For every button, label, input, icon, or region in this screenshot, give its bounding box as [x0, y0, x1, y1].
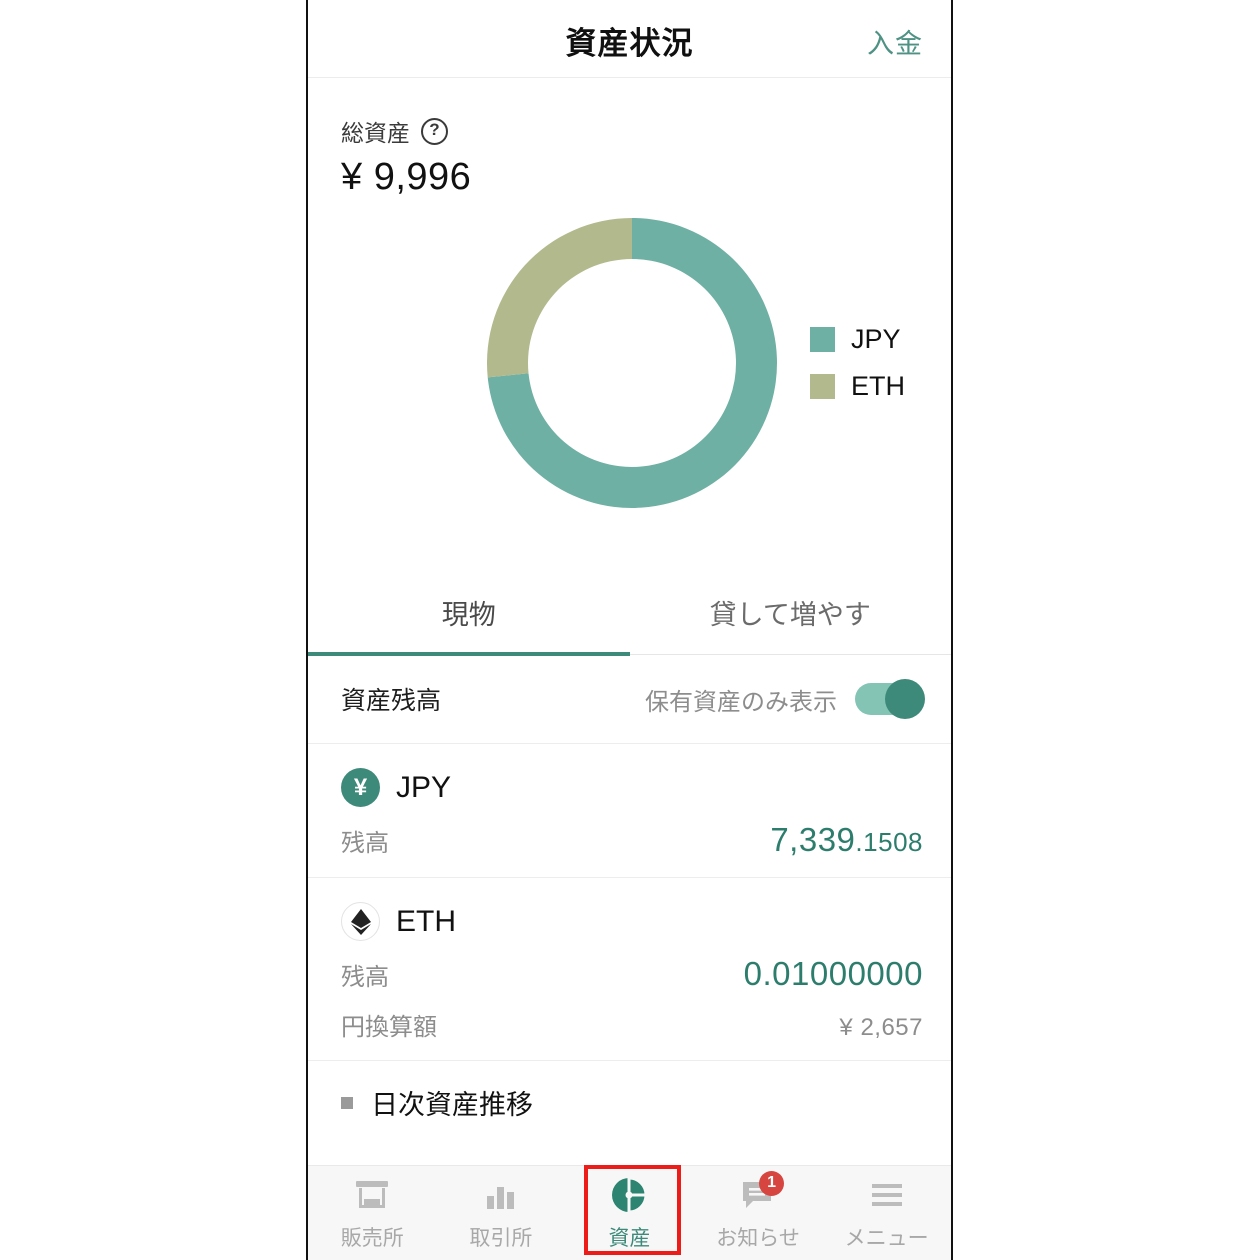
held-assets-toggle-group[interactable]: 保有資産のみ表示 — [645, 679, 925, 719]
chart-legend: JPY ETH — [810, 324, 905, 418]
store-icon — [352, 1175, 392, 1215]
legend-item-jpy: JPY — [810, 324, 905, 355]
bar-chart-icon — [481, 1175, 521, 1215]
asset-jpy-balance-line: 残高 7,339.1508 — [341, 821, 923, 859]
pie-chart-icon — [609, 1175, 649, 1215]
asset-allocation-chart: JPY ETH — [308, 199, 951, 581]
asset-jpy-name: JPY — [396, 770, 452, 804]
legend-swatch-jpy — [810, 327, 835, 352]
notification-badge: 1 — [759, 1170, 785, 1196]
tab-lending[interactable]: 貸して増やす — [630, 581, 952, 654]
held-assets-toggle[interactable] — [855, 679, 925, 719]
total-assets-value: ¥ 9,996 — [341, 156, 472, 198]
asset-eth-balance-line: 残高 0.01000000 — [341, 955, 923, 993]
section-marker-icon — [341, 1096, 353, 1109]
bottom-navigation: 販売所 取引所 資産 1 お知らせ メニュー — [308, 1165, 951, 1260]
jpy-coin-icon: ¥ — [341, 768, 380, 807]
nav-item-menu[interactable]: メニュー — [822, 1166, 951, 1260]
app-header: 資産状況 入金 — [308, 0, 951, 78]
tab-genbutsu[interactable]: 現物 — [308, 581, 630, 656]
asset-jpy-balance-label: 残高 — [341, 830, 389, 857]
asset-eth-balance-value: 0.01000000 — [743, 955, 923, 992]
toggle-knob — [885, 679, 925, 719]
legend-label-eth: ETH — [851, 371, 905, 401]
nav-label-shisan: 資産 — [608, 1226, 651, 1250]
asset-row-jpy[interactable]: ¥ JPY 残高 7,339.1508 — [308, 744, 951, 878]
total-assets-label: 総資産 — [341, 120, 410, 146]
asset-tabs: 現物 貸して増やす — [308, 581, 952, 656]
ethereum-diamond-icon — [350, 908, 371, 935]
daily-asset-trend-row[interactable]: 日次資産推移 — [308, 1061, 951, 1122]
donut-chart — [482, 213, 782, 513]
question-circle-icon[interactable] — [421, 117, 448, 145]
balance-header-row: 資産残高 保有資産のみ表示 — [308, 655, 951, 744]
legend-swatch-eth — [810, 374, 835, 399]
asset-jpy-balance-value: 7,339.1508 — [770, 821, 923, 859]
balance-section-title: 資産残高 — [341, 687, 442, 715]
nav-item-oshirase[interactable]: 1 お知らせ — [694, 1166, 823, 1260]
total-assets-block: 総資産 ¥ 9,996 — [308, 78, 951, 199]
message-icon: 1 — [738, 1170, 785, 1215]
donut-slice-eth — [487, 218, 632, 378]
hamburger-icon — [867, 1175, 907, 1215]
nav-label-torihikijo: 取引所 — [469, 1226, 533, 1250]
deposit-button[interactable]: 入金 — [867, 22, 923, 61]
nav-item-shisan[interactable]: 資産 — [565, 1166, 694, 1260]
nav-label-menu: メニュー — [844, 1226, 929, 1250]
nav-item-torihikijo[interactable]: 取引所 — [437, 1166, 566, 1260]
total-assets-label-row: 総資産 — [341, 114, 951, 148]
asset-eth-header: ETH — [341, 902, 923, 941]
asset-eth-converted-line: 円換算額 ¥ 2,657 — [341, 1007, 923, 1042]
asset-eth-converted-label: 円換算額 — [341, 1014, 437, 1041]
legend-item-eth: ETH — [810, 371, 905, 402]
nav-label-hanbaijo: 販売所 — [340, 1226, 404, 1250]
held-assets-toggle-label: 保有資産のみ表示 — [645, 688, 837, 716]
page-title: 資産状況 — [565, 26, 694, 61]
asset-jpy-balance-frac: .1508 — [855, 827, 923, 857]
asset-eth-converted-value: ¥ 2,657 — [839, 1014, 923, 1041]
nav-label-oshirase: お知らせ — [716, 1226, 800, 1250]
asset-row-eth[interactable]: ETH 残高 0.01000000 円換算額 ¥ 2,657 — [308, 878, 951, 1061]
asset-eth-name: ETH — [396, 904, 456, 938]
donut-svg — [487, 218, 777, 508]
asset-jpy-header: ¥ JPY — [341, 768, 923, 807]
eth-coin-icon — [341, 902, 380, 941]
asset-jpy-balance-int: 7,339 — [770, 821, 856, 858]
asset-eth-balance-label: 残高 — [341, 964, 389, 991]
app-viewport: 資産状況 入金 総資産 ¥ 9,996 JPY ETH 現物 — [306, 0, 953, 1260]
legend-label-jpy: JPY — [851, 324, 901, 354]
daily-asset-trend-label: 日次資産推移 — [371, 1090, 533, 1120]
nav-item-hanbaijo[interactable]: 販売所 — [308, 1166, 437, 1260]
